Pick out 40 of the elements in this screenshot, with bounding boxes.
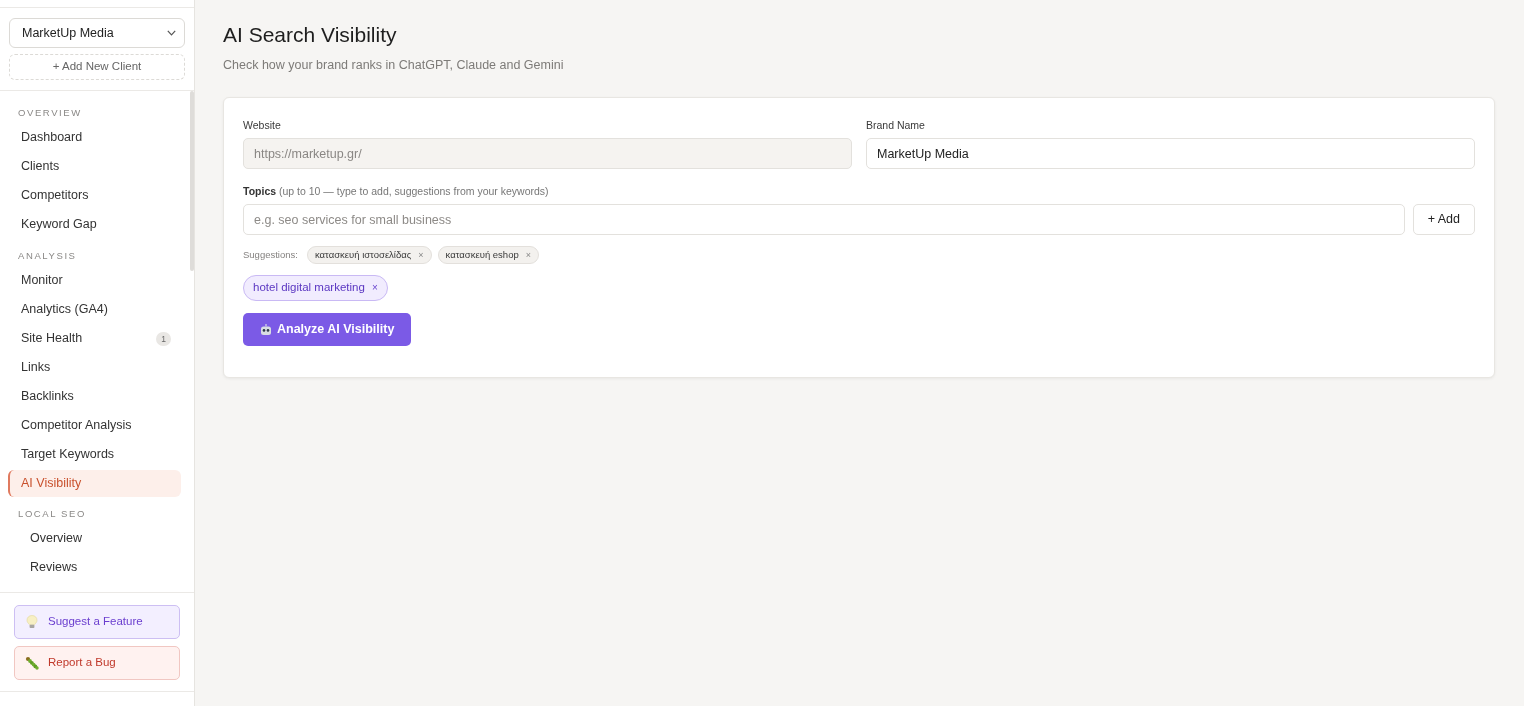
field-label: Brand Name <box>866 118 926 132</box>
suggestions-label: Suggestions: <box>243 247 298 262</box>
count-badge: 1 <box>156 331 171 346</box>
sidebar-item[interactable]: Competitors <box>8 181 181 210</box>
analyze-button[interactable]: Analyze AI Visibility <box>243 313 412 346</box>
sidebar-item[interactable]: AI Visibility <box>8 470 181 497</box>
topic-chip[interactable]: hotel digital marketing × <box>243 275 388 301</box>
sidebar-item[interactable]: Links <box>8 353 181 382</box>
remove-button[interactable]: × <box>371 283 378 293</box>
field-label: Website <box>243 118 282 132</box>
sidebar-item[interactable]: Monitor <box>8 266 181 295</box>
sidebar-item[interactable]: Backlinks <box>8 382 181 411</box>
suggest-feature-button[interactable]: Suggest a Feature <box>14 605 180 639</box>
sidebar-item[interactable]: Target Keywords <box>8 440 181 469</box>
sidebar-item[interactable]: Site Health 1 <box>8 324 181 353</box>
sidebar-item[interactable]: Keyword Gap <box>8 210 181 239</box>
sidebar-item[interactable]: Competitor Analysis <box>8 411 181 440</box>
sidebar-item[interactable]: Reviews <box>8 553 181 582</box>
client-select[interactable]: MarketUp Media <box>9 18 185 48</box>
section-heading: OVERVIEW <box>17 106 83 120</box>
robot-icon <box>260 323 272 336</box>
suggestion-chip[interactable]: κατασκευή eshop × <box>437 246 539 264</box>
sidebar-item[interactable]: Overview <box>8 524 181 553</box>
page-title: AI Search Visibility <box>223 22 398 48</box>
sidebar-item[interactable]: Dashboard <box>8 123 181 152</box>
bug-icon <box>25 656 39 670</box>
sidebar-item[interactable]: Clients <box>8 152 181 181</box>
page-subtitle: Check how your brand ranks in ChatGPT, Claude and Gemini <box>223 57 565 73</box>
report-bug-button[interactable]: Report a Bug <box>14 646 180 680</box>
topic-input[interactable]: e.g. seo services for small business <box>243 204 1405 235</box>
section-heading: LOCAL SEO <box>17 507 87 521</box>
lightbulb-icon <box>25 615 39 629</box>
sidebar-item[interactable]: Analytics (GA4) <box>8 295 181 324</box>
suggestion-chip[interactable]: κατασκευή ιστοσελίδας × <box>306 246 432 264</box>
add-client-button[interactable]: + Add New Client <box>9 54 185 80</box>
chevron-down-icon <box>167 30 176 36</box>
field-label: Topics (up to 10 — type to add, suggestions from your keywords) <box>243 184 550 198</box>
brand-name-field[interactable]: MarketUp Media <box>866 138 1475 169</box>
add-topic-button[interactable]: + Add <box>1412 204 1475 235</box>
section-heading: ANALYSIS <box>17 249 78 263</box>
